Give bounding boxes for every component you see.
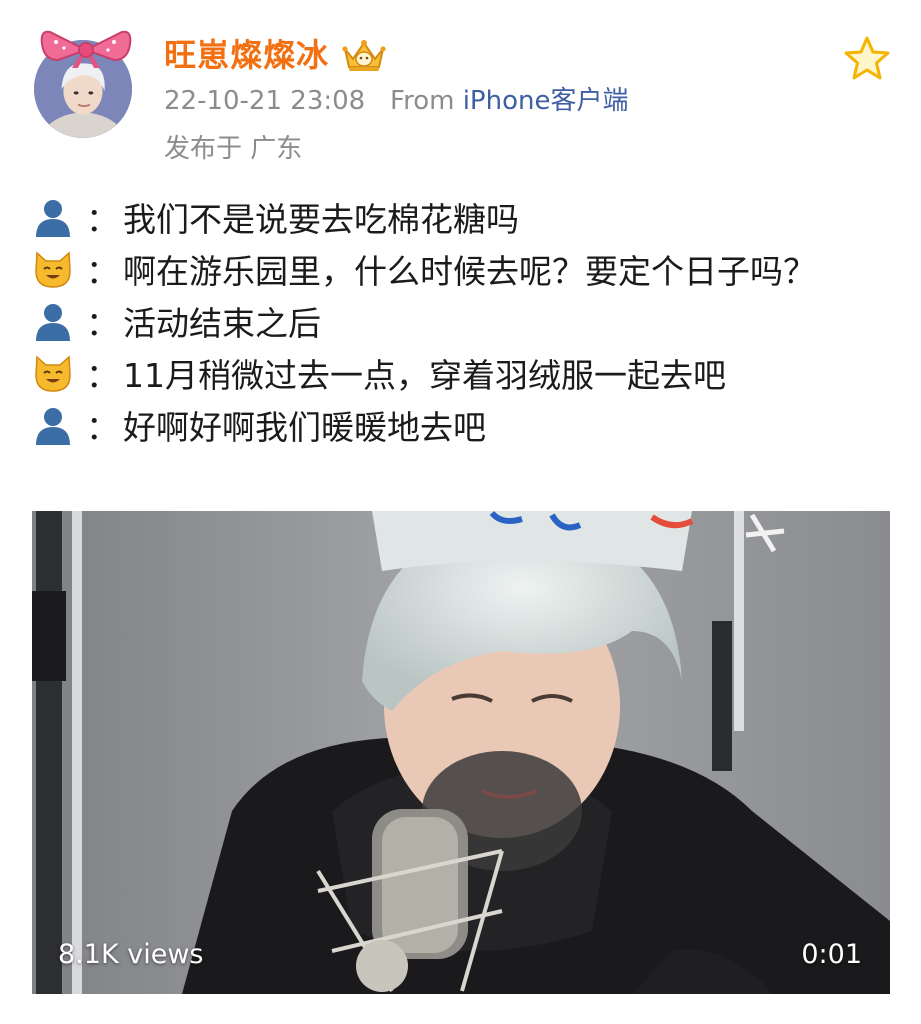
username-row: 旺崽燦燦冰 bbox=[164, 30, 387, 80]
dialogue-line: ： 11月稍微过去一点，穿着羽绒服一起去吧 bbox=[32, 350, 892, 402]
smiling-cat-icon bbox=[32, 353, 80, 393]
pink-bow-icon bbox=[40, 30, 132, 68]
post-location: 发布于 广东 bbox=[164, 134, 303, 164]
post-meta: 22-10-21 23:08 From iPhone客户端 bbox=[164, 88, 628, 114]
dialogue-text: 好啊好啊我们暖暖地去吧 bbox=[123, 408, 486, 447]
post-text: ：我们不是说要去吃棉花糖吗 ：啊在游乐园里，什么时候去呢？要定个日子吗？ ：活动… bbox=[32, 194, 892, 454]
video-thumbnail bbox=[32, 511, 890, 994]
bust-in-silhouette-icon bbox=[32, 301, 80, 341]
dialogue-text: 我们不是说要去吃棉花糖吗 bbox=[123, 200, 519, 239]
dialogue-line: ：好啊好啊我们暖暖地去吧 bbox=[32, 402, 892, 454]
dialogue-line: ：我们不是说要去吃棉花糖吗 bbox=[32, 194, 892, 246]
source-prefix: From bbox=[390, 86, 455, 116]
video-player[interactable]: 8.1K views 0:01 bbox=[32, 511, 890, 994]
post-timestamp: 22-10-21 23:08 bbox=[164, 86, 366, 116]
smiling-cat-icon bbox=[32, 249, 80, 289]
video-view-count: 8.1K views bbox=[58, 939, 204, 970]
crown-badge-icon[interactable] bbox=[341, 37, 387, 73]
bust-in-silhouette-icon bbox=[32, 405, 80, 445]
post-header: 旺崽燦燦冰 22-10-21 23:08 From iPhone客户端 发布于 … bbox=[0, 0, 921, 190]
dialogue-text: 啊在游乐园里，什么时候去呢？要定个日子吗？ bbox=[123, 252, 816, 291]
dialogue-line: ：活动结束之后 bbox=[32, 298, 892, 350]
dialogue-line: ：啊在游乐园里，什么时候去呢？要定个日子吗？ bbox=[32, 246, 892, 298]
bust-in-silhouette-icon bbox=[32, 197, 80, 237]
username[interactable]: 旺崽燦燦冰 bbox=[164, 39, 329, 71]
dialogue-text: 11月稍微过去一点，穿着羽绒服一起去吧 bbox=[123, 356, 726, 395]
video-duration: 0:01 bbox=[801, 939, 862, 970]
source-app-link[interactable]: iPhone客户端 bbox=[463, 86, 629, 116]
favorite-star-icon[interactable] bbox=[842, 34, 892, 84]
dialogue-text: 活动结束之后 bbox=[123, 304, 321, 343]
user-avatar[interactable] bbox=[32, 26, 136, 138]
